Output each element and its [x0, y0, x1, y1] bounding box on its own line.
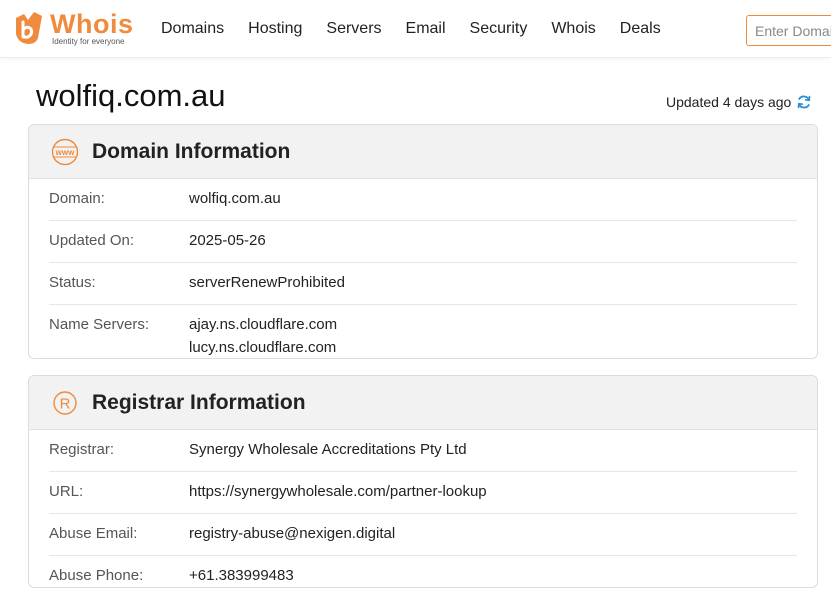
name-servers-row: Name Servers: ajay.ns.cloudflare.com luc… [49, 305, 797, 358]
refresh-icon[interactable] [796, 94, 812, 110]
abuse-email-row: Abuse Email: registry-abuse@nexigen.digi… [49, 514, 797, 556]
www-icon: www [51, 138, 79, 166]
url-label: URL: [49, 483, 84, 500]
main-nav: Domains Hosting Servers Email Security W… [149, 0, 673, 58]
name-servers-value: ajay.ns.cloudflare.com lucy.ns.cloudflar… [189, 313, 338, 358]
domain-information-card: www Domain Information Domain: wolfiq.co… [28, 124, 818, 359]
status-label: Status: [49, 274, 96, 291]
logo-tagline: Identity for everyone [52, 37, 125, 46]
registrar-value: Synergy Wholesale Accreditations Pty Ltd [189, 441, 467, 458]
url-row: URL: https://synergywholesale.com/partne… [49, 472, 797, 514]
logo-word: Whois [50, 9, 134, 39]
updated-status: Updated 4 days ago [666, 94, 812, 110]
page-title: wolfiq.com.au [36, 78, 226, 113]
domain-information-title: Domain Information [92, 139, 291, 163]
domain-row: Domain: wolfiq.com.au [49, 179, 797, 221]
www-icon-text: www [55, 147, 75, 156]
domain-information-rows: Domain: wolfiq.com.au Updated On: 2025-0… [29, 179, 817, 358]
nav-security[interactable]: Security [470, 20, 528, 38]
registrar-label: Registrar: [49, 441, 115, 458]
nav-domains[interactable]: Domains [161, 20, 224, 38]
updated-on-row: Updated On: 2025-05-26 [49, 221, 797, 263]
abuse-phone-row: Abuse Phone: +61.383999483 [49, 556, 797, 587]
name-server-1: ajay.ns.cloudflare.com [189, 316, 338, 333]
registered-icon: R [51, 389, 79, 417]
registrar-row: Registrar: Synergy Wholesale Accreditati… [49, 430, 797, 472]
nav-servers[interactable]: Servers [326, 20, 381, 38]
registered-icon-text: R [60, 395, 71, 412]
nav-deals[interactable]: Deals [620, 20, 661, 38]
domain-label: Domain: [49, 190, 105, 207]
nav-hosting[interactable]: Hosting [248, 20, 302, 38]
registrar-information-card: R Registrar Information Registrar: Syner… [28, 375, 818, 588]
site-header: Whois Identity for everyone Domains Host… [0, 0, 831, 58]
domain-value: wolfiq.com.au [189, 190, 281, 207]
nav-email[interactable]: Email [406, 20, 446, 38]
abuse-email-label: Abuse Email: [49, 525, 138, 542]
registrar-information-rows: Registrar: Synergy Wholesale Accreditati… [29, 430, 817, 587]
registrar-information-header: R Registrar Information [29, 376, 817, 430]
updated-text: Updated 4 days ago [666, 94, 792, 110]
updated-on-value: 2025-05-26 [189, 232, 266, 249]
domain-search-input[interactable] [746, 15, 831, 46]
abuse-phone-value: +61.383999483 [189, 567, 294, 584]
abuse-email-value: registry-abuse@nexigen.digital [189, 525, 396, 542]
site-logo[interactable]: Whois Identity for everyone [12, 10, 137, 50]
name-server-2: lucy.ns.cloudflare.com [189, 339, 337, 356]
name-servers-label: Name Servers: [49, 316, 150, 333]
url-value: https://synergywholesale.com/partner-loo… [189, 483, 487, 500]
domain-information-header: www Domain Information [29, 125, 817, 179]
logo-text-group: Whois Identity for everyone [50, 10, 134, 46]
status-value: serverRenewProhibited [189, 274, 345, 291]
abuse-phone-label: Abuse Phone: [49, 567, 144, 584]
nav-whois[interactable]: Whois [551, 20, 595, 38]
registrar-information-title: Registrar Information [92, 390, 306, 414]
status-row: Status: serverRenewProhibited [49, 263, 797, 305]
updated-on-label: Updated On: [49, 232, 135, 249]
whois-logo-icon [16, 12, 42, 44]
